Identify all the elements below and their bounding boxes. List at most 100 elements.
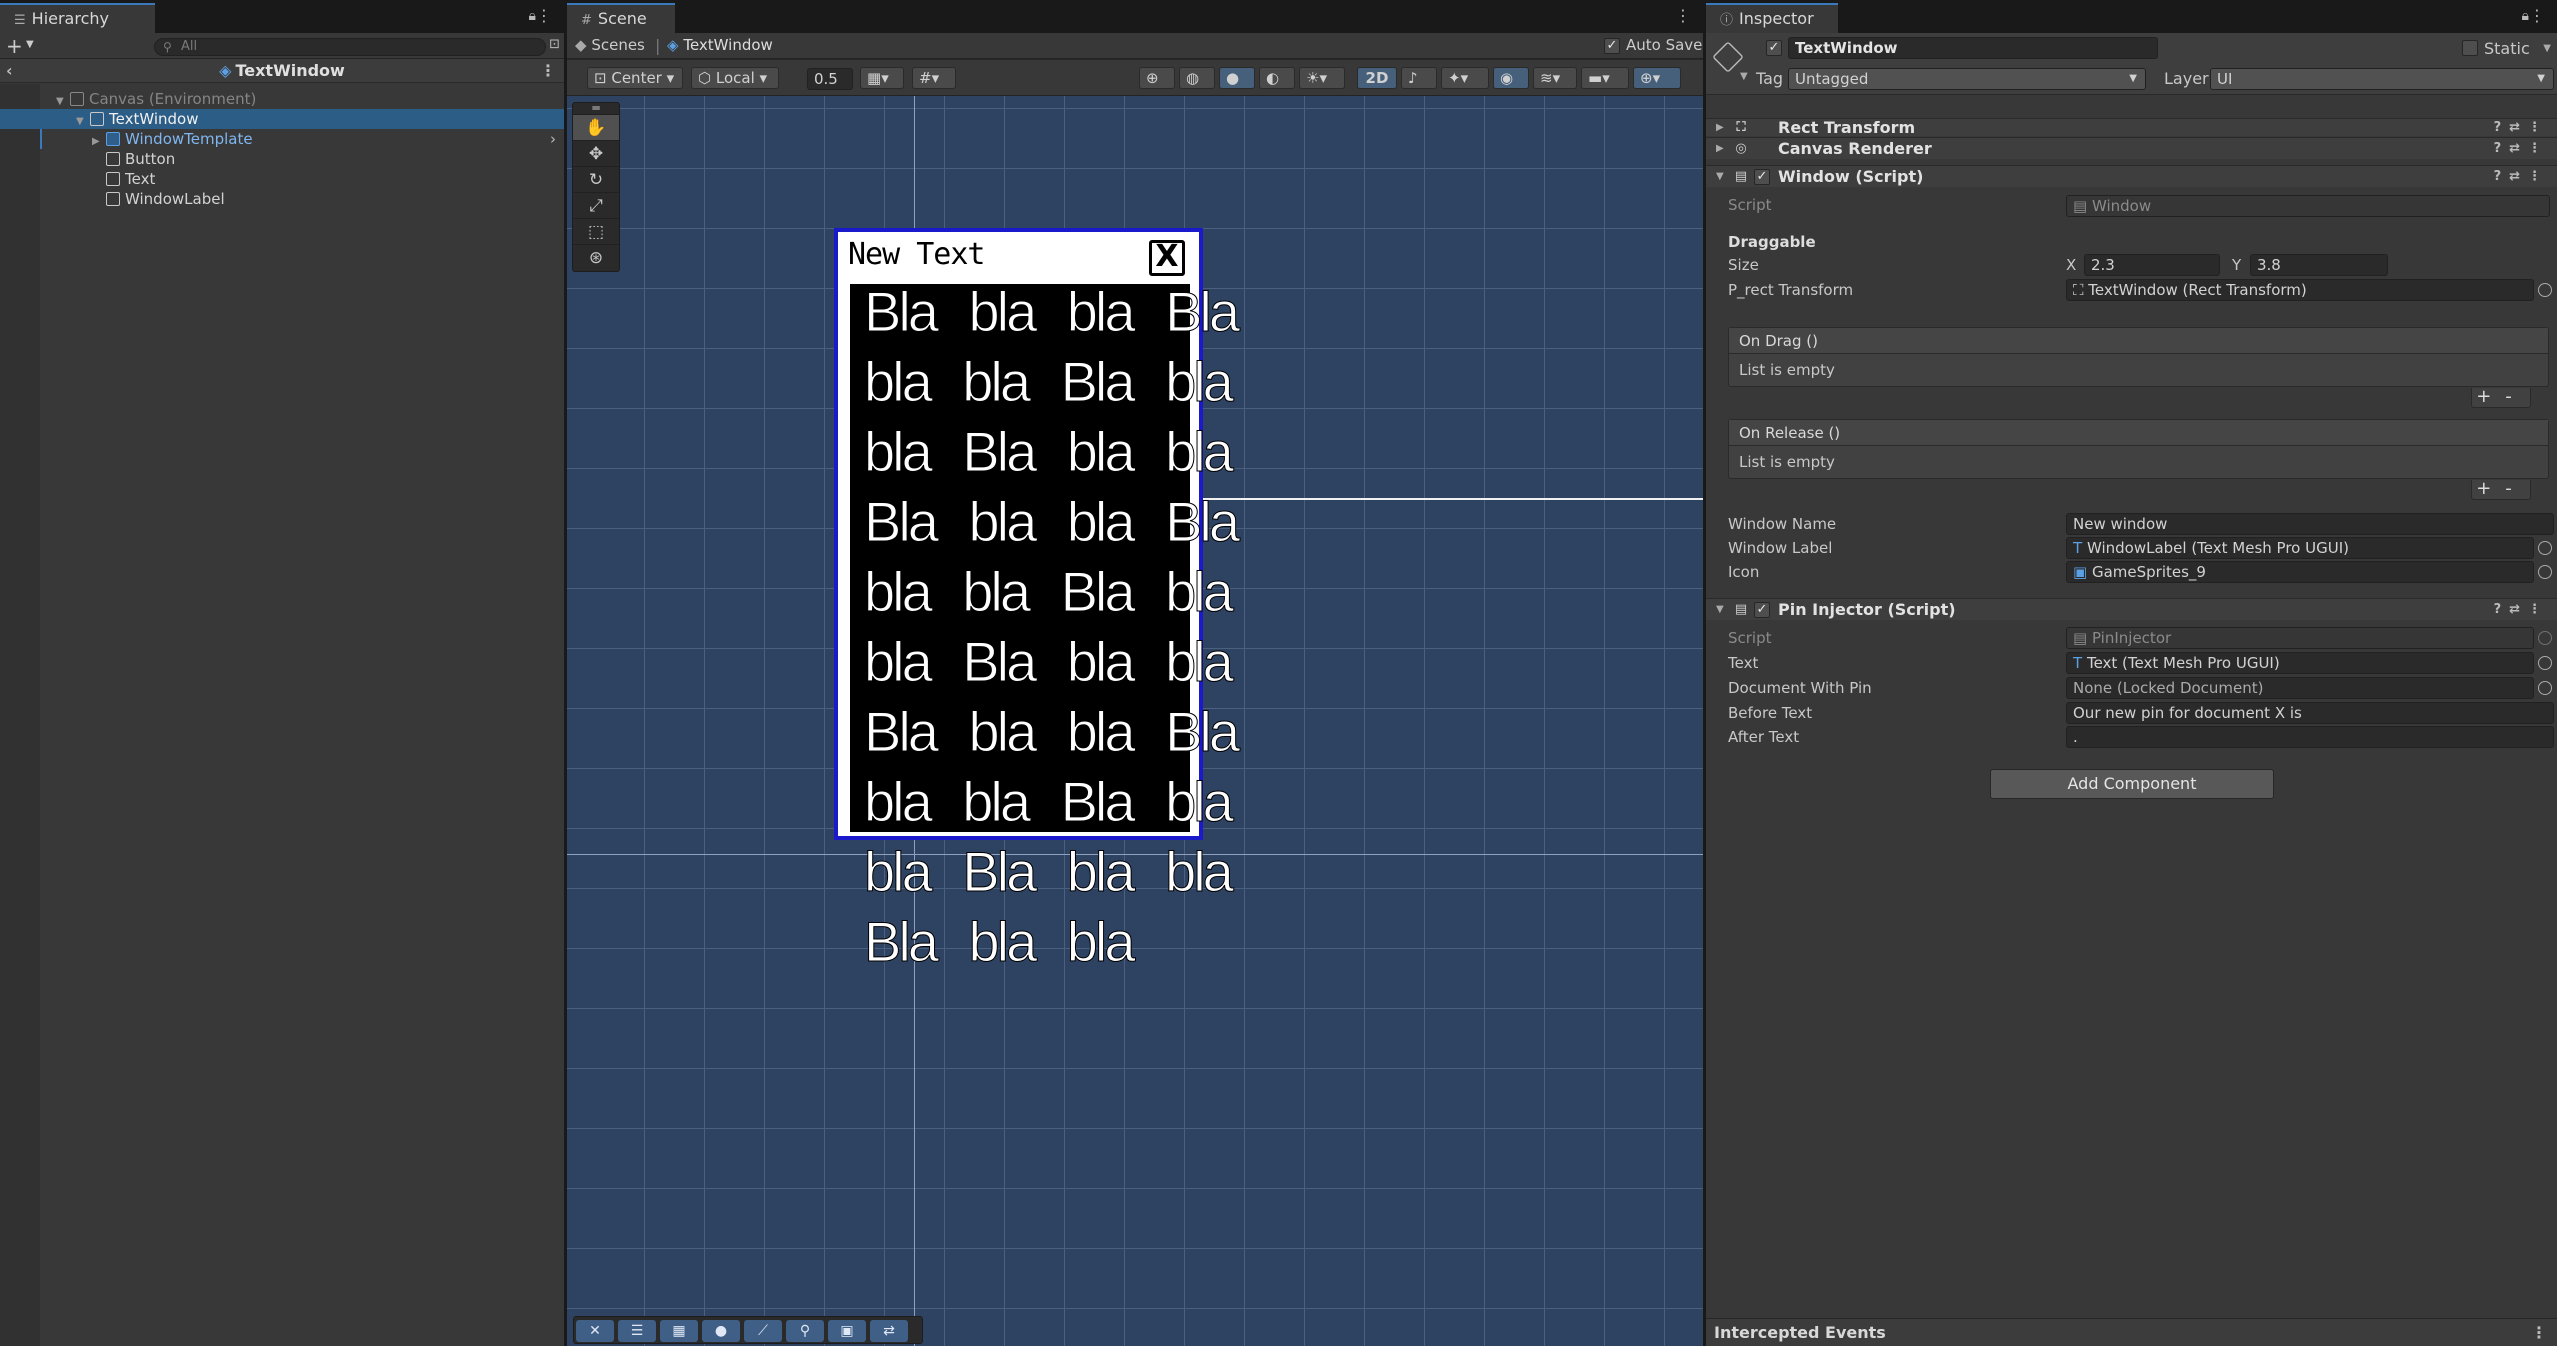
component-pin-injector[interactable]: ▼ ▤ ✓ Pin Injector (Script) ?⇄⋮ bbox=[1706, 598, 2557, 620]
pivot-dropdown[interactable]: ⊡ Center ▾ bbox=[587, 67, 683, 89]
document-with-pin-field[interactable]: None (Locked Document) bbox=[2066, 677, 2534, 699]
plus-icon[interactable]: + bbox=[2476, 478, 2505, 499]
component-canvas-renderer[interactable]: ▶ ◎ Canvas Renderer ?⇄⋮ bbox=[1706, 137, 2557, 159]
before-text-field[interactable]: Our new pin for document X is bbox=[2066, 702, 2554, 724]
path-tool-icon[interactable]: ⟋ bbox=[744, 1320, 782, 1342]
search-by-type-icon[interactable]: ⊡ bbox=[549, 37, 560, 52]
component-rect-transform[interactable]: ▶ ⛶ Rect Transform ?⇄⋮ bbox=[1706, 118, 2557, 136]
text-window[interactable]: New Text X Bla bla bla Bla bla bla Bla b… bbox=[834, 228, 1241, 970]
more-menu-icon[interactable]: ⋮ bbox=[536, 6, 554, 25]
back-arrow-icon[interactable]: ‹ bbox=[6, 59, 13, 83]
scale-tool-icon[interactable]: ⤢ bbox=[573, 193, 619, 219]
lock-icon[interactable]: 🔒︎ bbox=[529, 8, 536, 24]
space-dropdown[interactable]: ⬡ Local ▾ bbox=[691, 67, 779, 89]
object-picker-icon[interactable] bbox=[2538, 283, 2552, 297]
window-label-field[interactable]: T WindowLabel (Text Mesh Pro UGUI) bbox=[2066, 537, 2534, 559]
hidden-objects-button[interactable]: ◉ bbox=[1493, 67, 1529, 89]
auto-save-checkbox[interactable]: ✓ bbox=[1604, 38, 1620, 54]
hand-tool-icon[interactable]: ✋ bbox=[573, 115, 619, 141]
shuffle-tool-icon[interactable]: ⇄ bbox=[870, 1320, 908, 1342]
footer-menu-icon[interactable]: ⋮ bbox=[2531, 1319, 2547, 1346]
scene-viewport[interactable]: New Text X Bla bla bla Bla bla bla Bla b… bbox=[567, 96, 1703, 1346]
pin-text-field[interactable]: T Text (Text Mesh Pro UGUI) bbox=[2066, 652, 2534, 674]
grid-tool-icon[interactable]: ▦ bbox=[660, 1320, 698, 1342]
on-release-add-remove[interactable]: +- bbox=[2471, 480, 2531, 500]
inspector-menu-icon[interactable]: ⋮ bbox=[2529, 6, 2547, 25]
tree-item-windowtemplate[interactable]: ▶ WindowTemplate › bbox=[0, 129, 564, 149]
grid-snap-button[interactable]: ▦▾ bbox=[860, 67, 904, 89]
expand-arrow-icon[interactable]: ▼ bbox=[1716, 166, 1724, 188]
move-tool-icon[interactable]: ✥ bbox=[573, 141, 619, 167]
camera-tool-icon[interactable]: ▣ bbox=[828, 1320, 866, 1342]
add-component-button[interactable]: Add Component bbox=[1990, 769, 2274, 799]
tree-item-textwindow[interactable]: ▼ TextWindow bbox=[0, 109, 564, 129]
lock-icon[interactable]: 🔒︎ bbox=[2522, 8, 2529, 24]
add-icon[interactable]: + bbox=[6, 34, 23, 58]
window-name-field[interactable]: New window bbox=[2066, 513, 2554, 535]
size-y-field[interactable]: 3.8 bbox=[2250, 254, 2388, 276]
shading-solid-button[interactable]: ● bbox=[1219, 67, 1255, 89]
component-actions[interactable]: ?⇄⋮ bbox=[2494, 166, 2549, 188]
object-picker-icon[interactable] bbox=[2538, 565, 2552, 579]
tree-item-windowlabel[interactable]: WindowLabel bbox=[0, 189, 564, 209]
expand-arrow-icon[interactable]: ▶ bbox=[1716, 138, 1724, 160]
breadcrumb-current[interactable]: ◈ TextWindow bbox=[667, 36, 773, 54]
object-picker-icon[interactable] bbox=[2538, 681, 2552, 695]
brush-tool-icon[interactable]: ☰ bbox=[618, 1320, 656, 1342]
component-actions[interactable]: ?⇄⋮ bbox=[2494, 119, 2549, 136]
icon-field[interactable]: ▣ GameSprites_9 bbox=[2066, 561, 2534, 583]
static-dropdown-arrow[interactable]: ▼ bbox=[2543, 43, 2551, 54]
expand-arrow-icon[interactable]: ▶ bbox=[1716, 119, 1724, 136]
snap-increment-field[interactable]: 0.5 bbox=[807, 68, 853, 90]
prect-field[interactable]: ⛶ TextWindow (Rect Transform) bbox=[2066, 279, 2534, 301]
grid-visibility-button[interactable]: #▾ bbox=[912, 67, 956, 89]
component-window-script[interactable]: ▼ ▤ ✓ Window (Script) ?⇄⋮ bbox=[1706, 165, 2557, 187]
open-prefab-arrow-icon[interactable]: › bbox=[550, 129, 556, 149]
close-button[interactable]: X bbox=[1149, 240, 1185, 276]
prefab-menu-icon[interactable]: ⋮ bbox=[540, 59, 556, 83]
camera-button[interactable]: ▬▾ bbox=[1581, 67, 1629, 89]
component-enabled-checkbox[interactable]: ✓ bbox=[1754, 169, 1770, 185]
component-actions[interactable]: ?⇄⋮ bbox=[2494, 599, 2549, 621]
object-name-field[interactable]: TextWindow bbox=[1788, 37, 2158, 59]
rotate-tool-icon[interactable]: ↻ bbox=[573, 167, 619, 193]
layers-button[interactable]: ≋▾ bbox=[1533, 67, 1577, 89]
size-x-field[interactable]: 2.3 bbox=[2084, 254, 2220, 276]
gizmos-button[interactable]: ⊕▾ bbox=[1633, 67, 1681, 89]
icon-dropdown-arrow[interactable]: ▼ bbox=[1740, 71, 1748, 82]
search-input[interactable]: ⚲ All bbox=[154, 38, 546, 56]
orientation-button[interactable]: ⊕ bbox=[1139, 67, 1175, 89]
tilemap-tool-icon[interactable]: ✕ bbox=[576, 1320, 614, 1342]
object-picker-icon[interactable] bbox=[2538, 541, 2552, 555]
breadcrumb-scenes[interactable]: ◆ Scenes bbox=[575, 36, 645, 54]
circle-tool-icon[interactable]: ● bbox=[702, 1320, 740, 1342]
shading-lit-button[interactable]: ◐ bbox=[1259, 67, 1295, 89]
scene-menu-icon[interactable]: ⋮ bbox=[1675, 6, 1693, 25]
object-picker-icon[interactable] bbox=[2538, 656, 2552, 670]
zoom-tool-icon[interactable]: ⚲ bbox=[786, 1320, 824, 1342]
tree-item-button[interactable]: Button bbox=[0, 149, 564, 169]
static-checkbox[interactable] bbox=[2462, 40, 2478, 56]
audio-button[interactable]: ♪ bbox=[1401, 67, 1437, 89]
lighting-button[interactable]: ☀▾ bbox=[1299, 67, 1345, 89]
active-checkbox[interactable]: ✓ bbox=[1766, 40, 1782, 56]
intercepted-events-bar[interactable]: Intercepted Events ⋮ bbox=[1706, 1318, 2557, 1346]
expand-arrow-icon[interactable]: ▼ bbox=[1716, 599, 1724, 621]
component-enabled-checkbox[interactable]: ✓ bbox=[1754, 602, 1770, 618]
component-actions[interactable]: ?⇄⋮ bbox=[2494, 138, 2549, 160]
minus-icon[interactable]: - bbox=[2505, 386, 2526, 407]
transform-tool-icon[interactable]: ⊛ bbox=[573, 245, 619, 271]
mode-2d-button[interactable]: 2D bbox=[1357, 67, 1397, 89]
after-text-field[interactable]: . bbox=[2066, 726, 2554, 748]
chevron-down-icon[interactable]: ▼ bbox=[26, 39, 34, 50]
tab-inspector[interactable]: ⓘ Inspector bbox=[1706, 3, 1838, 33]
drag-handle-icon[interactable]: ═ bbox=[573, 102, 619, 115]
tab-hierarchy[interactable]: ☰ Hierarchy bbox=[0, 3, 155, 33]
shading-wire-button[interactable]: ◍ bbox=[1179, 67, 1215, 89]
tree-item-canvas[interactable]: ▼ Canvas (Environment) bbox=[0, 89, 564, 109]
tab-scene[interactable]: # Scene bbox=[567, 3, 675, 33]
layer-dropdown[interactable]: UI ▼ bbox=[2210, 68, 2554, 90]
rect-tool-icon[interactable]: ⬚ bbox=[573, 219, 619, 245]
effects-button[interactable]: ✦▾ bbox=[1441, 67, 1489, 89]
tree-item-text[interactable]: Text bbox=[0, 169, 564, 189]
